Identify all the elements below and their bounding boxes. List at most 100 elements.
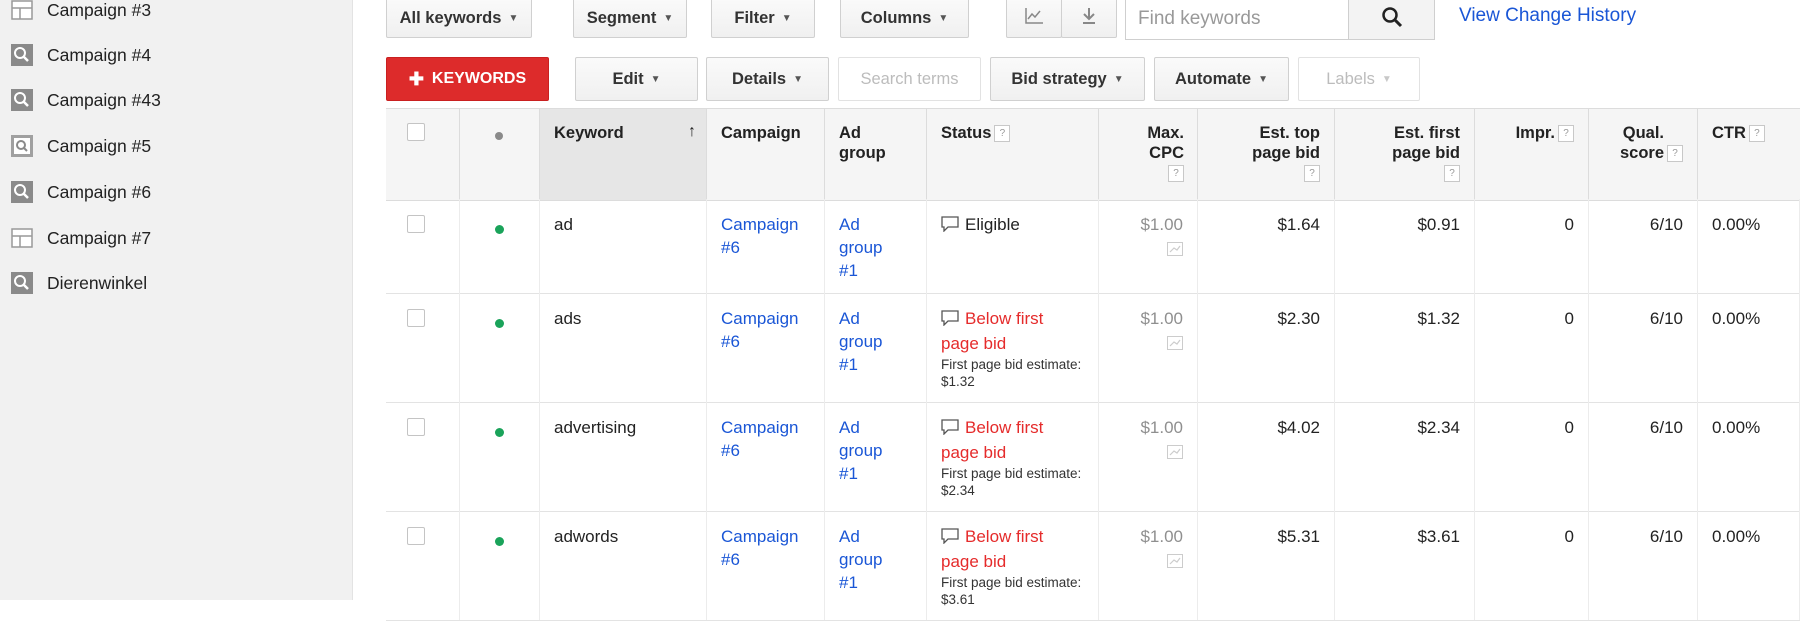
details-dropdown[interactable]: Details ▼ (706, 57, 829, 101)
campaign-sidebar: Campaign #3 Campaign #4 Campaign #43 Cam… (0, 0, 353, 600)
header-keyword[interactable]: Keyword ↑ (540, 109, 707, 200)
campaign-link[interactable]: Campaign #6 (721, 213, 801, 259)
max-cpc-value[interactable]: $1.00 (1140, 527, 1183, 546)
bid-chart-icon[interactable] (1167, 442, 1183, 459)
labels-dropdown[interactable]: Labels ▼ (1298, 57, 1420, 101)
search-button[interactable] (1348, 0, 1435, 40)
search-terms-button[interactable]: Search terms (838, 57, 981, 101)
table-row: ads Campaign #6 Ad group #1 Below first pag… (386, 293, 1800, 403)
bid-chart-icon[interactable] (1167, 333, 1183, 350)
help-icon[interactable]: ? (1667, 145, 1683, 163)
segment-dropdown[interactable]: Segment ▼ (573, 0, 687, 38)
row-checkbox[interactable] (407, 418, 425, 436)
header-status[interactable]: Status? (927, 109, 1099, 200)
automate-dropdown[interactable]: Automate ▼ (1154, 57, 1289, 101)
enabled-status-dot-icon[interactable] (495, 319, 504, 328)
sidebar-item-campaign-43[interactable]: Campaign #43 (10, 86, 161, 114)
enabled-status-dot-icon[interactable] (495, 537, 504, 546)
quality-score-value: 6/10 (1649, 215, 1683, 234)
campaign-cell: Campaign #6 (707, 199, 825, 293)
sidebar-item-dierenwinkel[interactable]: Dierenwinkel (10, 269, 147, 297)
row-checkbox[interactable] (407, 309, 425, 327)
help-icon[interactable]: ? (994, 125, 1011, 143)
ad-group-cell: Ad group #1 (825, 511, 927, 620)
campaign-cell: Campaign #6 (707, 402, 825, 511)
select-cell (386, 199, 460, 293)
row-checkbox[interactable] (407, 527, 425, 545)
line-chart-icon (1024, 7, 1044, 30)
max-cpc-value[interactable]: $1.00 (1140, 215, 1183, 234)
header-impressions[interactable]: Impr.? (1475, 109, 1589, 200)
status-detail: First page bid estimate: $1.32 (941, 357, 1082, 389)
campaign-link[interactable]: Campaign #6 (721, 307, 801, 353)
header-est-top-page-bid[interactable]: Est. top page bid? (1198, 109, 1335, 200)
header-ad-group[interactable]: Ad group (825, 109, 927, 200)
ctr-cell: 0.00% (1698, 402, 1800, 511)
ctr-cell: 0.00% (1698, 511, 1800, 620)
status-dot-cell (460, 402, 540, 511)
help-icon[interactable]: ? (1304, 165, 1320, 183)
help-icon[interactable]: ? (1558, 125, 1574, 143)
header-campaign[interactable]: Campaign (707, 109, 825, 200)
status-filter-dot-icon[interactable] (495, 132, 503, 140)
speech-bubble-icon[interactable] (941, 309, 959, 332)
header-max-cpc[interactable]: Max. CPC? (1099, 109, 1198, 200)
ad-group-link[interactable]: Ad group #1 (839, 213, 889, 282)
ctr-value: 0.00% (1712, 309, 1761, 328)
help-icon[interactable]: ? (1168, 165, 1184, 183)
sidebar-item-campaign-4[interactable]: Campaign #4 (10, 41, 151, 69)
bid-chart-icon[interactable] (1167, 551, 1183, 568)
impressions-value: 0 (1564, 527, 1574, 546)
ad-group-link[interactable]: Ad group #1 (839, 525, 889, 594)
est-top-page-bid-value: $1.64 (1277, 215, 1320, 234)
campaign-link[interactable]: Campaign #6 (721, 416, 801, 462)
keyword-text: adwords (554, 527, 619, 546)
sidebar-item-campaign-7[interactable]: Campaign #7 (10, 224, 151, 252)
keyword-text: advertising (554, 418, 637, 437)
max-cpc-cell: $1.00 (1099, 402, 1198, 511)
sidebar-item-campaign-6[interactable]: Campaign #6 (10, 178, 151, 206)
max-cpc-cell: $1.00 (1099, 511, 1198, 620)
campaign-link[interactable]: Campaign #6 (721, 525, 801, 571)
quality-score-cell: 6/10 (1589, 199, 1698, 293)
search-input[interactable]: Find keywords (1125, 0, 1348, 40)
view-change-history-link[interactable]: View Change History (1459, 5, 1636, 27)
quality-score-value: 6/10 (1649, 309, 1683, 328)
all-keywords-dropdown[interactable]: All keywords ▼ (386, 0, 532, 38)
est-first-cell: $2.34 (1335, 402, 1475, 511)
status-cell: Eligible (927, 199, 1099, 293)
add-keywords-button[interactable]: ✚ KEYWORDS (386, 57, 549, 101)
help-icon[interactable]: ? (1444, 165, 1460, 183)
chart-toggle-button[interactable] (1006, 0, 1062, 38)
edit-dropdown[interactable]: Edit ▼ (575, 57, 698, 101)
enabled-status-dot-icon[interactable] (495, 428, 504, 437)
bid-strategy-dropdown[interactable]: Bid strategy ▼ (990, 57, 1145, 101)
speech-bubble-icon[interactable] (941, 215, 959, 238)
quality-score-value: 6/10 (1649, 527, 1683, 546)
table-row: ad Campaign #6 Ad group #1 Eligible $1.00 $1.… (386, 199, 1800, 294)
row-checkbox[interactable] (407, 215, 425, 233)
download-button[interactable] (1061, 0, 1117, 38)
enabled-status-dot-icon[interactable] (495, 225, 504, 234)
chevron-down-icon: ▼ (938, 12, 949, 24)
select-all-checkbox[interactable] (407, 123, 425, 141)
sort-ascending-icon: ↑ (688, 123, 696, 140)
filter-dropdown[interactable]: Filter ▼ (711, 0, 815, 38)
max-cpc-value[interactable]: $1.00 (1140, 418, 1183, 437)
impressions-value: 0 (1564, 418, 1574, 437)
max-cpc-cell: $1.00 (1099, 293, 1198, 402)
columns-dropdown[interactable]: Columns ▼ (840, 0, 969, 38)
speech-bubble-icon[interactable] (941, 418, 959, 441)
help-icon[interactable]: ? (1748, 125, 1765, 143)
bid-chart-icon[interactable] (1167, 239, 1183, 256)
sidebar-item-campaign-5[interactable]: Campaign #5 (10, 132, 151, 160)
header-ctr[interactable]: CTR? (1698, 109, 1800, 200)
header-est-first-page-bid[interactable]: Est. first page bid? (1335, 109, 1475, 200)
speech-bubble-icon[interactable] (941, 527, 959, 550)
max-cpc-value[interactable]: $1.00 (1140, 309, 1183, 328)
sidebar-item-campaign-3[interactable]: Campaign #3 (10, 0, 151, 24)
ad-group-link[interactable]: Ad group #1 (839, 307, 889, 376)
select-cell (386, 511, 460, 620)
ad-group-link[interactable]: Ad group #1 (839, 416, 889, 485)
header-quality-score[interactable]: Qual. score? (1589, 109, 1698, 200)
